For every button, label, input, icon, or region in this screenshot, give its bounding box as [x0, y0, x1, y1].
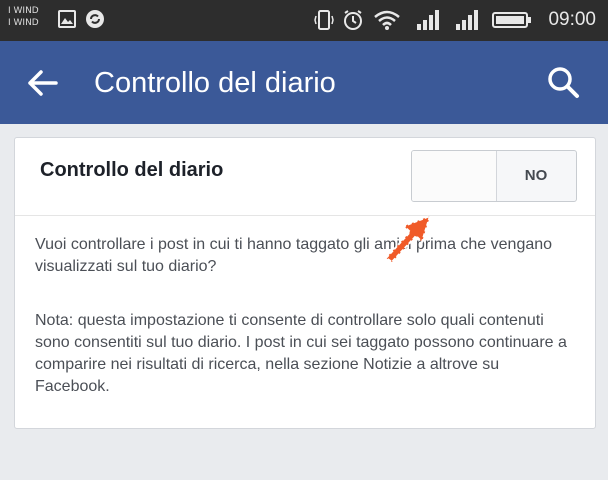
setting-label: Controllo del diario: [40, 159, 224, 181]
timeline-review-toggle[interactable]: NO: [411, 150, 577, 202]
carrier-info: I WIND I WIND: [8, 5, 39, 29]
vibrate-icon: [314, 10, 334, 30]
annotation-arrow-icon: [384, 214, 432, 264]
settings-card: Controllo del diario NO Vuoi controllare…: [14, 137, 596, 429]
description-text: Vuoi controllare i post in cui ti hanno …: [35, 236, 553, 275]
toggle-state-label: NO: [524, 167, 548, 184]
clock: 09:00: [548, 9, 596, 30]
arrow-left-icon: [28, 70, 58, 96]
search-button[interactable]: [544, 63, 584, 103]
battery-icon: [492, 12, 531, 28]
image-icon: [58, 10, 76, 28]
alarm-icon: [344, 10, 362, 30]
carrier-label: I WIND: [8, 18, 39, 28]
back-button[interactable]: [26, 67, 66, 99]
page-title: Controllo del diario: [94, 67, 336, 99]
app-bar: Controllo del diario: [0, 41, 608, 124]
toggle-knob[interactable]: [412, 151, 497, 201]
search-icon: [548, 67, 579, 98]
signal-icon: [417, 10, 439, 30]
note-text: Nota: questa impostazione ti consente di…: [35, 312, 567, 395]
setting-row: Controllo del diario NO: [15, 138, 595, 216]
status-bar: I WIND I WIND 09:00: [0, 0, 608, 41]
wifi-icon: [374, 10, 400, 30]
sync-icon: [86, 10, 104, 28]
carrier-label: I WIND: [8, 6, 39, 16]
signal-icon: [456, 10, 478, 30]
